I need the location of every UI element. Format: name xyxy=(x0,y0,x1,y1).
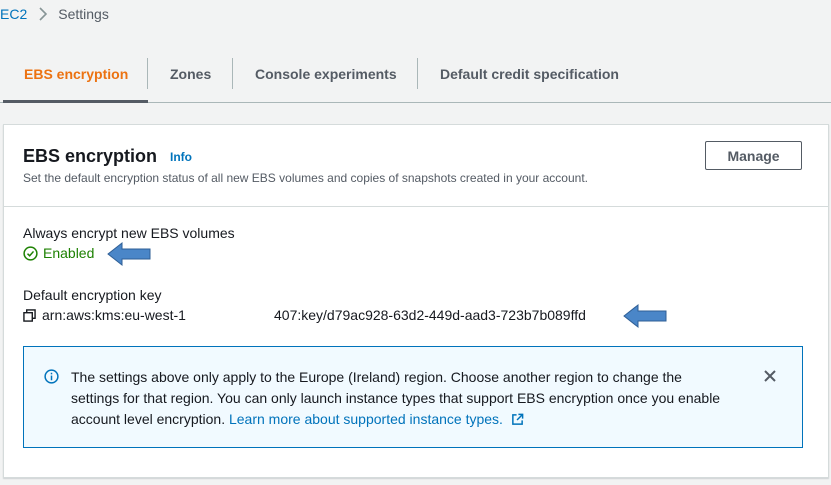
always-encrypt-label: Always encrypt new EBS volumes xyxy=(23,225,235,241)
tab-divider xyxy=(232,58,233,89)
arrow-left-icon xyxy=(623,303,667,329)
key-arn-suffix: 407:key/d79ac928-63d2-449d-aad3-723b7b08… xyxy=(274,307,586,323)
panel-header: EBS encryption Info Set the default encr… xyxy=(4,125,828,207)
chevron-right-icon xyxy=(39,7,48,21)
info-link[interactable]: Info xyxy=(170,150,192,164)
breadcrumb-ec2-link[interactable]: EC2 xyxy=(0,6,27,22)
tab-bar: EBS encryption Zones Console experiments… xyxy=(0,47,831,103)
status-text: Enabled xyxy=(43,245,95,261)
manage-button[interactable]: Manage xyxy=(705,141,802,170)
panel-description: Set the default encryption status of all… xyxy=(23,171,588,185)
alert-message: The settings above only apply to the Eur… xyxy=(71,367,731,432)
breadcrumb-current: Settings xyxy=(58,6,109,22)
ebs-encryption-panel: EBS encryption Info Set the default encr… xyxy=(3,124,829,478)
tab-divider xyxy=(417,58,418,89)
external-link-icon[interactable] xyxy=(511,411,524,432)
tab-default-credit-specification[interactable]: Default credit specification xyxy=(440,47,619,101)
tab-divider xyxy=(147,58,148,89)
default-key-label: Default encryption key xyxy=(23,287,162,303)
region-info-alert: The settings above only apply to the Eur… xyxy=(23,346,803,448)
panel-title: EBS encryption xyxy=(23,146,158,166)
learn-more-link[interactable]: Learn more about supported instance type… xyxy=(229,411,503,427)
info-icon xyxy=(44,369,59,384)
encryption-status: Enabled xyxy=(23,245,94,261)
active-tab-indicator xyxy=(3,100,148,103)
arrow-left-icon xyxy=(107,241,151,267)
default-key-value: arn:aws:kms:eu-west-1 xyxy=(23,307,186,323)
check-circle-icon xyxy=(23,245,38,261)
close-icon[interactable] xyxy=(763,369,777,383)
copy-icon[interactable] xyxy=(23,308,36,322)
breadcrumb: EC2 Settings xyxy=(0,6,109,22)
key-arn-prefix: arn:aws:kms:eu-west-1 xyxy=(42,307,186,323)
tab-ebs-encryption[interactable]: EBS encryption xyxy=(24,47,128,101)
tab-console-experiments[interactable]: Console experiments xyxy=(255,47,397,101)
tab-zones[interactable]: Zones xyxy=(170,47,211,101)
